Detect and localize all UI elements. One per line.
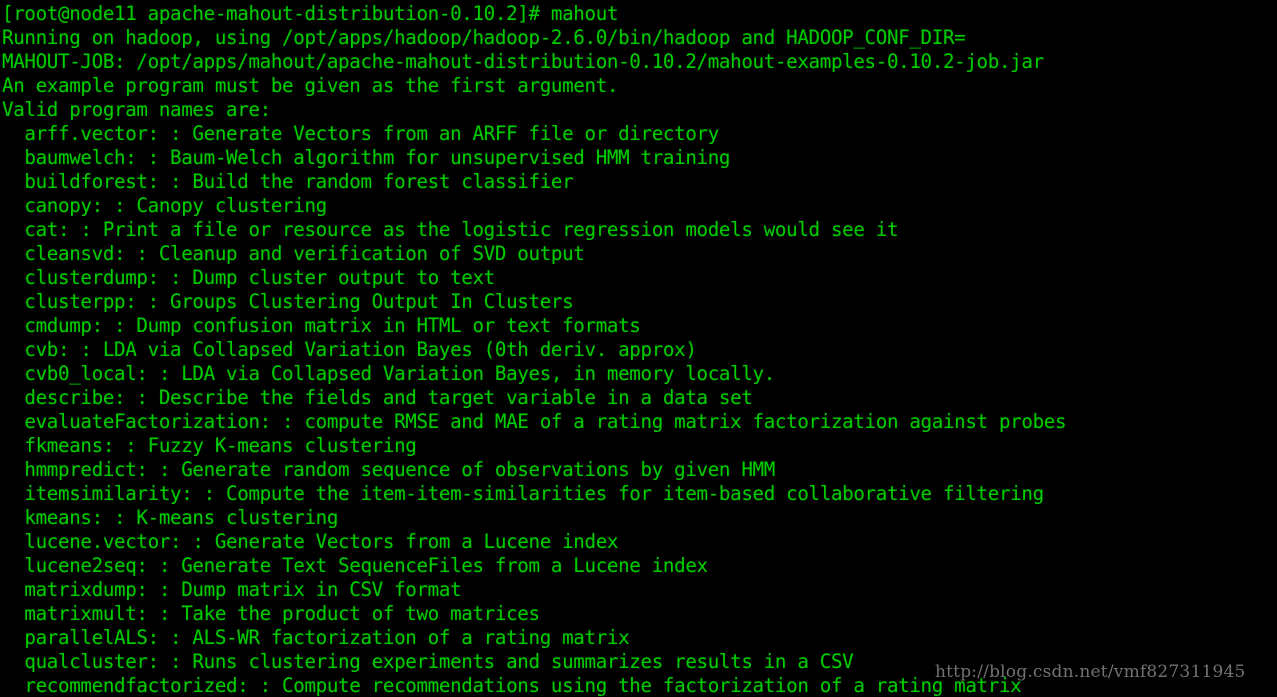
terminal-line: matrixdump: : Dump matrix in CSV format	[2, 578, 462, 601]
terminal-line: lucene.vector: : Generate Vectors from a…	[2, 530, 619, 553]
terminal-line: cleansvd: : Cleanup and verification of …	[2, 242, 585, 265]
terminal-line: cvb0_local: : LDA via Collapsed Variatio…	[2, 362, 775, 385]
terminal-line: Running on hadoop, using /opt/apps/hadoo…	[2, 26, 966, 49]
terminal-line: hmmpredict: : Generate random sequence o…	[2, 458, 775, 481]
terminal-prompt-line: [root@node11 apache-mahout-distribution-…	[2, 2, 619, 25]
terminal-line: An example program must be given as the …	[2, 74, 619, 97]
terminal-line: Valid program names are:	[2, 98, 271, 121]
terminal-line: clusterpp: : Groups Clustering Output In…	[2, 290, 574, 313]
terminal-line: describe: : Describe the fields and targ…	[2, 386, 753, 409]
terminal-line: cmdump: : Dump confusion matrix in HTML …	[2, 314, 641, 337]
terminal-line: MAHOUT-JOB: /opt/apps/mahout/apache-maho…	[2, 50, 1044, 73]
terminal-line: cvb: : LDA via Collapsed Variation Bayes…	[2, 338, 697, 361]
terminal-line: buildforest: : Build the random forest c…	[2, 170, 574, 193]
terminal-line: qualcluster: : Runs clustering experimen…	[2, 650, 854, 673]
terminal-line: fkmeans: : Fuzzy K-means clustering	[2, 434, 417, 457]
terminal-line: lucene2seq: : Generate Text SequenceFile…	[2, 554, 708, 577]
terminal-window[interactable]: [root@node11 apache-mahout-distribution-…	[0, 0, 1277, 697]
terminal-line: arff.vector: : Generate Vectors from an …	[2, 122, 719, 145]
terminal-line: itemsimilarity: : Compute the item-item-…	[2, 482, 1044, 505]
terminal-line: cat: : Print a file or resource as the l…	[2, 218, 899, 241]
terminal-line: matrixmult: : Take the product of two ma…	[2, 602, 540, 625]
terminal-output-area[interactable]: [root@node11 apache-mahout-distribution-…	[0, 0, 1277, 697]
terminal-line: evaluateFactorization: : compute RMSE an…	[2, 410, 1067, 433]
terminal-line: canopy: : Canopy clustering	[2, 194, 327, 217]
terminal-line: kmeans: : K-means clustering	[2, 506, 339, 529]
terminal-line: clusterdump: : Dump cluster output to te…	[2, 266, 495, 289]
terminal-line: parallelALS: : ALS-WR factorization of a…	[2, 626, 630, 649]
terminal-line: recommendfactorized: : Compute recommend…	[2, 674, 1022, 697]
terminal-line: baumwelch: : Baum-Welch algorithm for un…	[2, 146, 731, 169]
